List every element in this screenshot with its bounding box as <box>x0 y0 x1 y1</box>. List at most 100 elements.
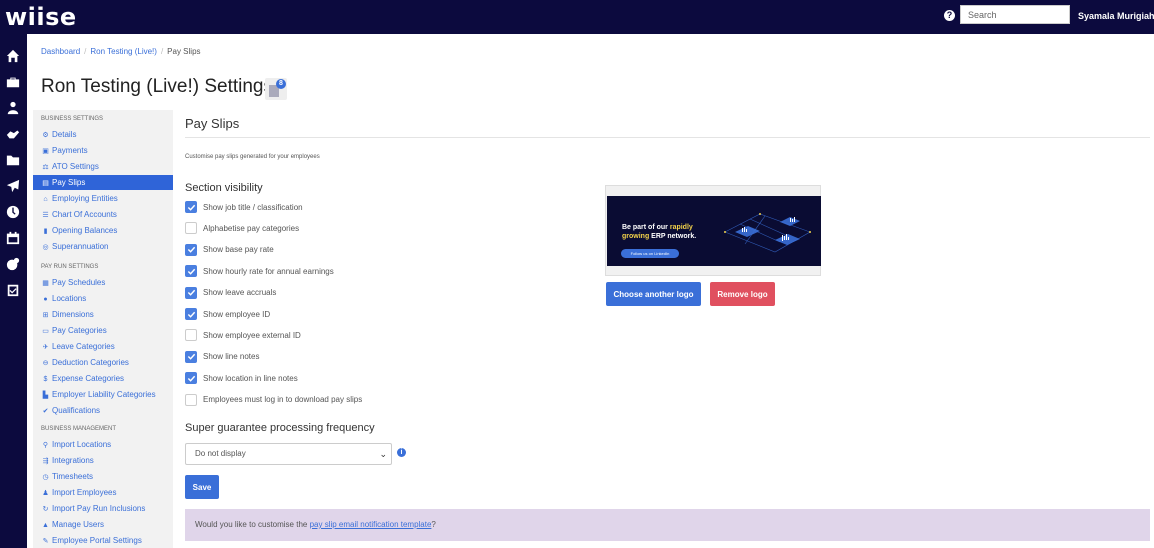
visibility-option: Alphabetise pay categories <box>185 222 300 235</box>
menu-item-leave-categories[interactable]: ✈ Leave Categories <box>33 339 173 354</box>
folder-icon[interactable] <box>5 152 21 168</box>
menu-item-import-employees[interactable]: ♟ Import Employees <box>33 485 173 500</box>
menu-item-import-pay-run-inclusions[interactable]: ↻ Import Pay Run Inclusions <box>33 501 173 516</box>
menu-item-dimensions[interactable]: ⊞ Dimensions <box>33 307 173 322</box>
menu-item-locations[interactable]: ● Locations <box>33 291 173 306</box>
menu-item-label: Pay Categories <box>52 326 107 335</box>
menu-item-label: Dimensions <box>52 310 94 319</box>
menu-item-timesheets[interactable]: ◷ Timesheets <box>33 469 173 484</box>
dimensions-icon: ⊞ <box>42 312 49 319</box>
banner-linkedin-button: Follow us on LinkedIn <box>621 249 679 258</box>
visibility-checkbox[interactable] <box>185 201 197 213</box>
clock-icon[interactable] <box>5 204 21 220</box>
visibility-checkbox[interactable] <box>185 350 197 363</box>
gear-icon: ⚙ <box>42 132 49 139</box>
frequency-select[interactable]: Do not display ⌄ <box>185 443 392 465</box>
breadcrumb-dashboard[interactable]: Dashboard <box>41 47 80 56</box>
menu-item-chart-of-accounts[interactable]: ☰ Chart Of Accounts <box>33 207 173 222</box>
menu-item-integrations[interactable]: ⇶ Integrations <box>33 453 173 468</box>
menu-item-pay-schedules[interactable]: ▦ Pay Schedules <box>33 275 173 290</box>
email-template-notice: Would you like to customise the pay slip… <box>185 509 1150 541</box>
menu-item-employer-liability-categories[interactable]: ▙ Employer Liability Categories <box>33 387 173 402</box>
notes-icon[interactable]: 8 <box>265 78 287 100</box>
menu-item-details[interactable]: ⚙ Details <box>33 127 173 142</box>
wiise-logo[interactable]: wiise <box>5 3 77 31</box>
visibility-checkbox[interactable] <box>185 393 197 406</box>
menu-item-label: Employee Portal Settings <box>52 536 142 545</box>
visibility-checkbox[interactable] <box>185 286 197 299</box>
checkmark-icon <box>187 204 195 211</box>
save-icon: ▣ <box>42 148 49 155</box>
breadcrumb-business[interactable]: Ron Testing (Live!) <box>90 47 157 56</box>
menu-item-label: Pay Schedules <box>52 278 106 287</box>
handshake-icon[interactable] <box>5 126 21 142</box>
minus-circle-icon: ⊖ <box>42 360 49 367</box>
top-bar: wiise ? Syamala Murigiah▼ <box>0 0 1154 34</box>
visibility-checkbox[interactable] <box>185 329 197 342</box>
menu-item-pay-categories[interactable]: ▭ Pay Categories <box>33 323 173 338</box>
visibility-heading: Section visibility <box>185 182 263 194</box>
visibility-checkbox[interactable] <box>185 372 197 385</box>
menu-item-employing-entities[interactable]: ⌂ Employing Entities <box>33 191 173 206</box>
piggy-bank-icon[interactable] <box>5 256 21 272</box>
help-icon[interactable]: ? <box>944 10 955 21</box>
banner-line-1-text: Be part of our <box>622 224 670 231</box>
save-button[interactable]: Save <box>185 475 219 499</box>
menu-item-payments[interactable]: ▣ Payments <box>33 143 173 158</box>
people-icon[interactable] <box>5 100 21 116</box>
menu-item-label: Superannuation <box>52 242 109 251</box>
visibility-checkbox[interactable] <box>185 222 197 235</box>
integration-icon: ⇶ <box>42 458 49 465</box>
menu-item-deduction-categories[interactable]: ⊖ Deduction Categories <box>33 355 173 370</box>
visibility-option: Employees must log in to download pay sl… <box>185 393 363 406</box>
menu-item-manage-users[interactable]: ▲ Manage Users <box>33 517 173 532</box>
breadcrumb-separator: / <box>160 47 164 56</box>
breadcrumb: Dashboard / Ron Testing (Live!) / Pay Slips <box>41 47 201 56</box>
section-subtitle: Customise pay slips generated for your e… <box>185 154 320 160</box>
calendar-icon[interactable] <box>5 230 21 246</box>
frequency-selected-value: Do not display <box>195 449 246 458</box>
checkmark-icon <box>187 375 195 382</box>
info-icon[interactable]: i <box>397 448 406 457</box>
frequency-heading: Super guarantee processing frequency <box>185 422 375 434</box>
menu-item-pay-slips[interactable]: ▤ Pay Slips <box>33 175 173 190</box>
briefcase-icon[interactable] <box>5 74 21 90</box>
menu-item-superannuation[interactable]: ◎ Superannuation <box>33 239 173 254</box>
menu-item-qualifications[interactable]: ✔ Qualifications <box>33 403 173 418</box>
search-input[interactable] <box>960 5 1070 24</box>
menu-item-opening-balances[interactable]: ▮ Opening Balances <box>33 223 173 238</box>
checkmark-icon <box>187 289 195 296</box>
user-menu[interactable]: Syamala Murigiah▼ <box>1078 11 1154 21</box>
home-icon[interactable] <box>5 48 21 64</box>
checkmark-icon <box>187 311 195 318</box>
institution-icon: ⌂ <box>43 196 48 203</box>
remove-logo-button[interactable]: Remove logo <box>710 282 775 306</box>
visibility-checkbox[interactable] <box>185 308 197 320</box>
calendar-icon: ▦ <box>42 280 49 287</box>
visibility-option: Show job title / classification <box>185 201 303 213</box>
banner-line-2-text: ERP network. <box>649 233 697 240</box>
checkbox-label: Alphabetise pay categories <box>203 223 300 233</box>
menu-item-label: Qualifications <box>52 406 101 415</box>
choose-logo-button[interactable]: Choose another logo <box>606 282 701 306</box>
logo-preview: Be part of our rapidly growing ERP netwo… <box>605 185 821 276</box>
menu-item-label: Employing Entities <box>52 194 118 203</box>
visibility-checkbox[interactable] <box>185 243 197 256</box>
clipboard-check-icon[interactable] <box>5 282 21 298</box>
menu-item-employee-portal-settings[interactable]: ✎ Employee Portal Settings <box>33 533 173 548</box>
menu-item-label: Details <box>52 130 77 139</box>
email-template-link[interactable]: pay slip email notification template <box>310 520 432 529</box>
menu-item-expense-categories[interactable]: $ Expense Categories <box>33 371 173 386</box>
menu-item-label: Expense Categories <box>52 374 125 383</box>
plane-icon[interactable] <box>5 178 21 194</box>
dollar-circle-icon: $ <box>43 376 48 383</box>
banner-line-2: growing ERP network. <box>622 233 696 240</box>
menu-item-ato-settings[interactable]: ⚖ ATO Settings <box>33 159 173 174</box>
visibility-option: Show hourly rate for annual earnings <box>185 265 334 278</box>
checkbox-label: Show job title / classification <box>203 202 303 212</box>
visibility-option: Show employee ID <box>185 308 270 320</box>
check-icon: ✔ <box>42 408 49 415</box>
visibility-checkbox[interactable] <box>185 265 197 278</box>
checkbox-label: Employees must log in to download pay sl… <box>203 395 363 405</box>
menu-item-import-locations[interactable]: ⚲ Import Locations <box>33 437 173 452</box>
